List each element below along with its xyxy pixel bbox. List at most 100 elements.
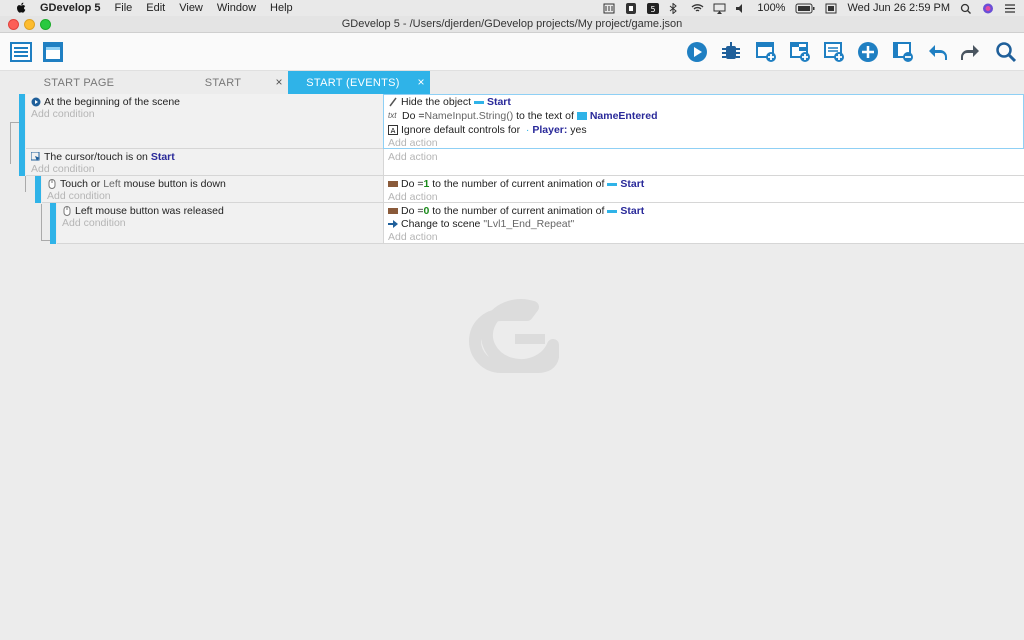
add-condition-link[interactable]: Add condition (47, 189, 111, 203)
event-drag-handle[interactable] (19, 94, 25, 149)
object-icon (473, 97, 484, 107)
tab-bar: START PAGE START × START (EVENTS) × (0, 71, 1024, 94)
action-value: 0 (423, 205, 430, 217)
siri-icon[interactable] (982, 3, 994, 14)
tab-start[interactable]: START (158, 71, 288, 94)
menu-file[interactable]: File (115, 2, 133, 14)
apple-icon[interactable] (14, 2, 28, 15)
project-manager-button[interactable] (9, 40, 33, 64)
object-icon (607, 179, 618, 189)
status-app-icon[interactable] (603, 3, 615, 14)
status-app-icon-3[interactable]: 5 (647, 2, 660, 14)
change-scene-icon (388, 219, 398, 229)
add-subevent-button[interactable] (788, 40, 812, 64)
menu-window[interactable]: Window (217, 2, 256, 14)
event-drag-handle[interactable] (50, 203, 56, 244)
window-title: GDevelop 5 - /Users/djerden/GDevelop pro… (341, 18, 683, 30)
tab-close-icon[interactable]: × (415, 76, 427, 88)
search-icon[interactable] (994, 40, 1018, 64)
object-name: Start (150, 151, 175, 163)
scene-name-value: "Lvl1_End_Repeat" (483, 218, 575, 230)
spotlight-search-icon[interactable] (960, 3, 972, 14)
wifi-icon[interactable] (691, 3, 704, 14)
zoom-window-button[interactable] (40, 19, 51, 30)
event-drag-handle[interactable] (35, 176, 41, 203)
tab-label: START (EVENTS) (306, 76, 400, 89)
event-row[interactable]: At the beginning of the scene Add condit… (0, 94, 1024, 149)
object-name: Start (486, 96, 511, 108)
action-text: Do = (402, 110, 425, 122)
object-name: Start (620, 205, 645, 217)
delete-event-button[interactable] (891, 40, 915, 64)
status-app-icon-2[interactable] (625, 2, 637, 14)
event-row[interactable]: The cursor/touch is on Start Add conditi… (0, 149, 1024, 176)
volume-icon[interactable] (735, 3, 747, 14)
event-row[interactable]: Left mouse button was released Add condi… (0, 203, 1024, 244)
cursor-on-object-icon (30, 151, 41, 162)
condition-text: mouse button is down (123, 178, 226, 190)
action-text: Do = (401, 178, 424, 190)
action-text: to the number of current animation of (432, 205, 605, 217)
object-icon (607, 206, 618, 216)
action-item[interactable]: Do = 0 to the number of current animatio… (388, 204, 644, 218)
add-event-button[interactable] (754, 40, 778, 64)
tab-close-icon[interactable]: × (273, 76, 285, 88)
add-condition-link[interactable]: Add condition (31, 162, 95, 176)
menu-help[interactable]: Help (270, 2, 293, 14)
tab-start-page[interactable]: START PAGE (0, 71, 158, 94)
add-condition-link[interactable]: Add condition (62, 216, 126, 230)
action-item[interactable]: Do = 1 to the number of current animatio… (388, 177, 644, 191)
add-action-link[interactable]: Add action (388, 136, 438, 150)
flag-icon[interactable] (825, 3, 837, 14)
text-icon: txt (388, 111, 397, 120)
scene-properties-button[interactable] (41, 40, 65, 64)
action-text: Ignore default controls for (401, 124, 521, 136)
gdevelop-logo-watermark (467, 295, 559, 375)
close-window-button[interactable] (8, 19, 19, 30)
add-action-link[interactable]: Add action (388, 150, 438, 164)
add-action-link[interactable]: Add action (388, 190, 438, 204)
menu-bar: GDevelop 5 File Edit View Window Help 5 … (0, 0, 1024, 16)
bluetooth-icon[interactable] (669, 1, 681, 15)
tree-connector (10, 122, 19, 123)
redo-button[interactable] (959, 40, 983, 64)
action-item[interactable]: txt Do = NameInput.String() to the text … (388, 109, 658, 123)
mouse-icon (47, 179, 57, 189)
add-comment-button[interactable] (822, 40, 846, 64)
menu-edit[interactable]: Edit (146, 2, 165, 14)
events-sheet: At the beginning of the scene Add condit… (0, 94, 1024, 244)
action-text: to the text of (516, 110, 574, 122)
clock-datetime[interactable]: Wed Jun 26 2:59 PM (847, 2, 950, 14)
animation-icon (388, 179, 398, 189)
add-more-button[interactable] (856, 40, 880, 64)
tab-start-events[interactable]: START (EVENTS) (288, 71, 430, 94)
actions-panel[interactable] (383, 149, 1024, 176)
app-name-menu[interactable]: GDevelop 5 (40, 2, 101, 14)
svg-text:A: A (391, 127, 396, 135)
event-row[interactable]: Touch or Left mouse button is down Add c… (0, 176, 1024, 203)
action-item[interactable]: Hide the object Start (388, 95, 511, 109)
controls-icon: A (388, 125, 398, 135)
preview-play-button[interactable] (685, 40, 709, 64)
minimize-window-button[interactable] (24, 19, 35, 30)
object-name: Start (620, 178, 645, 190)
add-condition-link[interactable]: Add condition (31, 107, 95, 121)
action-item[interactable]: A Ignore default controls for · Player: … (388, 123, 587, 137)
window-title-bar: GDevelop 5 - /Users/djerden/GDevelop pro… (0, 16, 1024, 33)
event-drag-handle[interactable] (19, 149, 25, 176)
airplay-icon[interactable] (713, 3, 726, 14)
undo-button[interactable] (925, 40, 949, 64)
object-name: Player: (532, 124, 568, 136)
action-item[interactable]: Change to scene "Lvl1_End_Repeat" (388, 217, 574, 231)
debug-button[interactable] (719, 40, 743, 64)
mouse-icon (62, 206, 72, 216)
tab-label: START (204, 76, 242, 89)
battery-icon[interactable] (795, 3, 815, 14)
battery-percent: 100% (757, 2, 786, 14)
notification-center-icon[interactable] (1004, 3, 1016, 14)
scene-start-icon (31, 97, 41, 107)
menu-view[interactable]: View (179, 2, 203, 14)
action-value: yes (570, 124, 587, 136)
add-action-link[interactable]: Add action (388, 230, 438, 244)
tab-label: START PAGE (43, 76, 115, 89)
